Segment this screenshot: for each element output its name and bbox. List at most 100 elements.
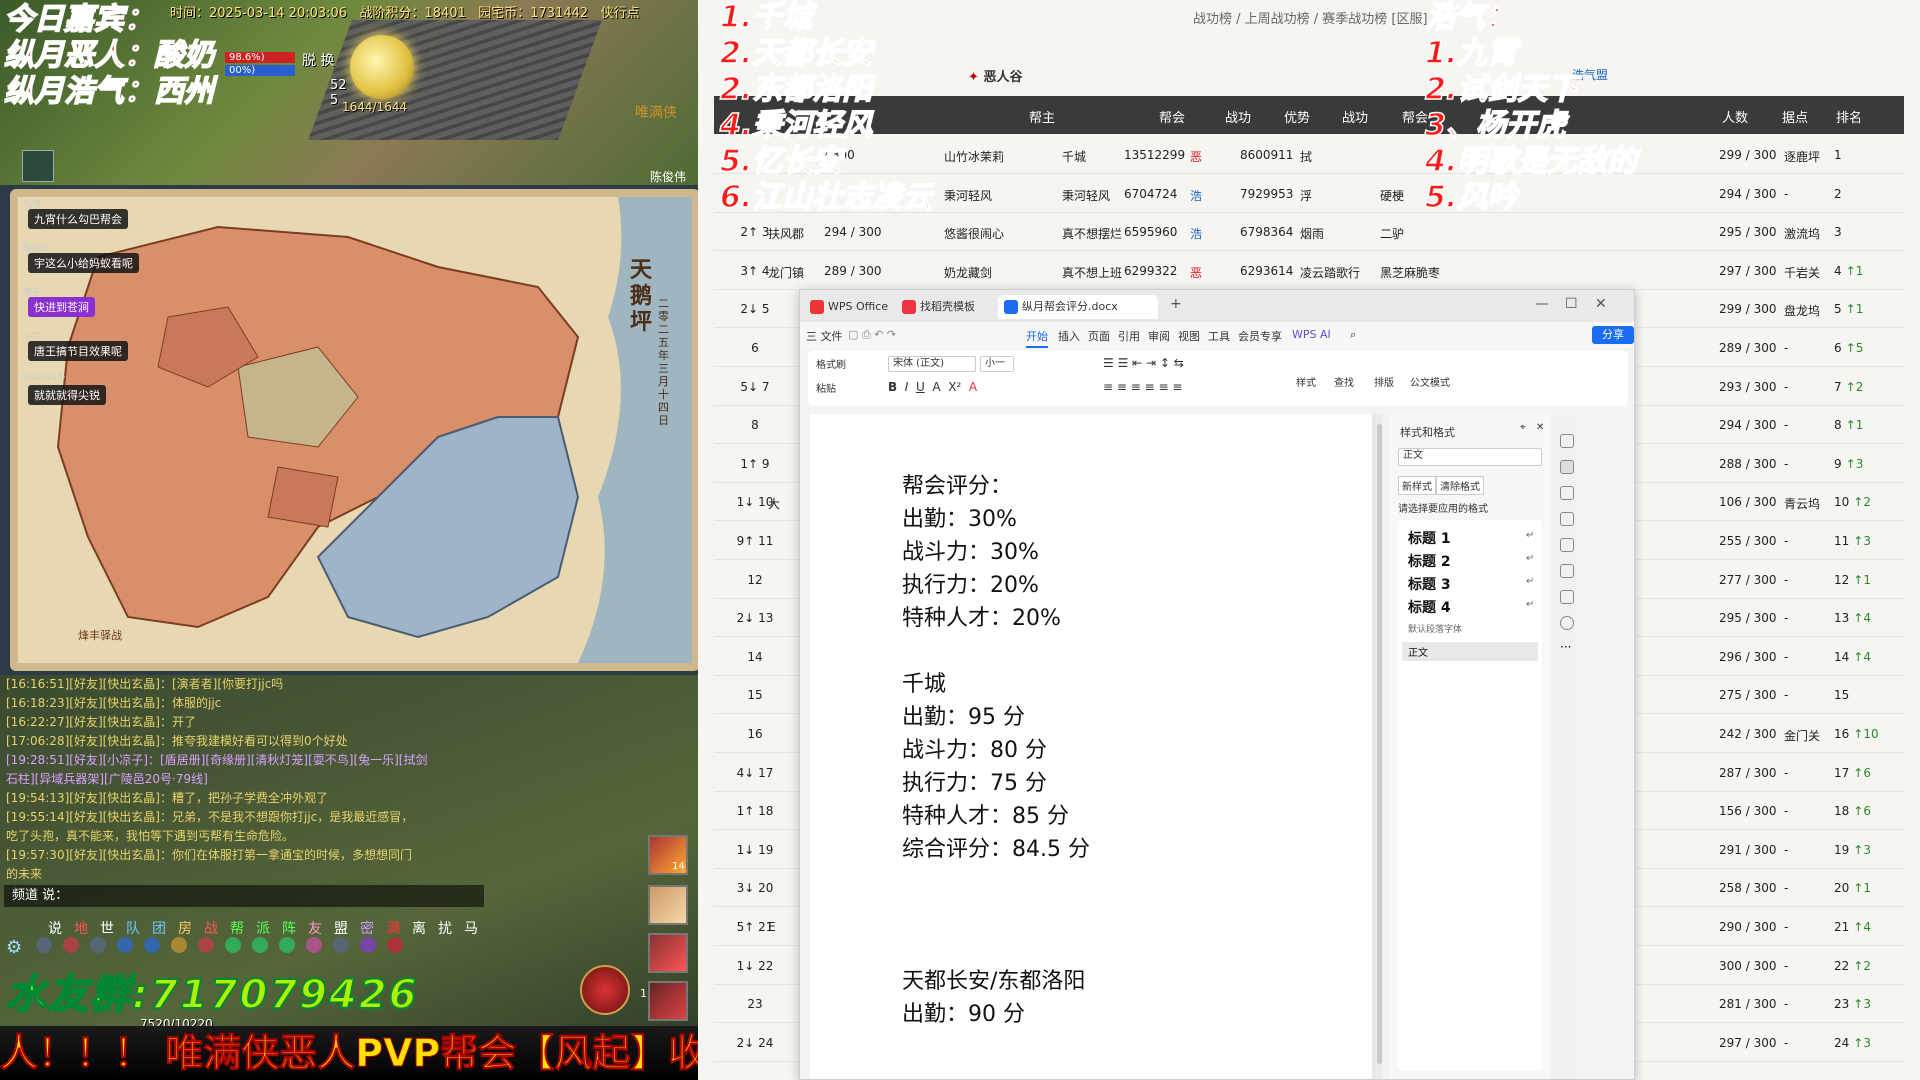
channel-tab[interactable]: 世 (100, 921, 114, 937)
style-list: 标题 1 ↵ 标题 2 ↵ 标题 3 ↵ 标题 4 ↵ 默认段落字体 正文 (1398, 520, 1542, 1070)
share-icon[interactable] (1560, 590, 1574, 604)
find-button[interactable]: 查找 (1334, 374, 1354, 389)
cell-base: - (1784, 804, 1789, 819)
new-style-button[interactable]: 新样式 (1398, 476, 1436, 495)
channel-tab[interactable]: 房 (178, 921, 192, 937)
paste-button[interactable]: 粘贴 (816, 380, 836, 395)
cell-members: 294 / 300 (1719, 418, 1777, 433)
styles-button[interactable]: 样式 (1296, 374, 1316, 389)
share-button[interactable]: 分享 (1592, 326, 1634, 344)
skill-orb[interactable] (580, 965, 630, 1015)
menu-file[interactable]: 三 文件 (806, 328, 843, 344)
channel-dot[interactable] (117, 937, 133, 953)
channel-dot[interactable] (90, 937, 106, 953)
channel-dot[interactable] (144, 937, 160, 953)
channel-tab[interactable]: 扰 (438, 921, 452, 937)
document-text[interactable]: 帮会评分： 出勤：30% 战斗力：30% 执行力：20% 特种人才：20% 千城 出勤：95… (902, 470, 1090, 1031)
channel-dot[interactable] (252, 937, 268, 953)
breadcrumb[interactable]: 战功榜 / 上周战功榜 / 赛季战功榜 [区服] (1193, 8, 1428, 27)
skill-slot[interactable]: 14 (648, 835, 688, 875)
format-painter-button[interactable]: 格式刷 (816, 356, 846, 371)
channel-tab[interactable]: 团 (152, 921, 166, 937)
minimize-icon[interactable]: — (1535, 296, 1549, 312)
menu-member[interactable]: 会员专享 (1238, 328, 1282, 344)
chat-input[interactable]: 频道 说： (4, 885, 484, 907)
channel-dot[interactable] (225, 937, 241, 953)
channel-dot[interactable] (198, 937, 214, 953)
review-icon[interactable] (1560, 564, 1574, 578)
skill-slot[interactable]: 1 (640, 981, 688, 1021)
size-select[interactable]: 小一 (980, 356, 1014, 372)
menu-tools[interactable]: 工具 (1208, 328, 1230, 344)
channel-tab[interactable]: 队 (126, 921, 140, 937)
style-body[interactable]: 正文 (1402, 642, 1538, 661)
current-style-select[interactable]: 正文 (1398, 448, 1542, 466)
col-header: 战功 (1225, 111, 1252, 126)
channel-tab[interactable]: 说 (48, 921, 62, 937)
menu-insert[interactable]: 插入 (1058, 328, 1080, 344)
channel-tab[interactable]: 地 (74, 921, 88, 937)
pen-icon[interactable] (1560, 460, 1574, 474)
maximize-icon[interactable]: ☐ (1565, 296, 1578, 312)
tag-buttons[interactable]: 脱 换 (302, 50, 334, 70)
menu-home[interactable]: 开始 (1026, 328, 1048, 348)
menu-wps-ai[interactable]: WPS AI (1292, 328, 1331, 341)
style-heading-4[interactable]: 标题 4 (1408, 597, 1451, 617)
more-icon[interactable]: ··· (1560, 640, 1571, 654)
adjust-icon[interactable] (1560, 512, 1574, 526)
menu-view[interactable]: 视图 (1178, 328, 1200, 344)
add-tab-icon[interactable]: + (1170, 296, 1182, 312)
pane-close-icon[interactable]: ✕ (1536, 422, 1544, 433)
clear-format-button[interactable]: 清除格式 (1436, 476, 1484, 495)
channel-dot[interactable] (306, 937, 322, 953)
list-icons[interactable]: ☰ ☰ ⇤ ⇥ ↕ ⇆ (1103, 356, 1184, 370)
channel-tab[interactable]: 阵 (282, 921, 296, 937)
channel-tab[interactable]: 马 (464, 921, 478, 937)
style-default-font[interactable]: 默认段落字体 (1408, 622, 1462, 635)
channel-dot[interactable] (63, 937, 79, 953)
collapse-icon[interactable] (1560, 434, 1574, 448)
toolbar-quick-icons[interactable]: ▢ ⎙ ↶ ↷ (848, 328, 896, 342)
gear-icon[interactable]: ⚙ (6, 937, 22, 958)
style-heading-1[interactable]: 标题 1 (1408, 528, 1451, 548)
channel-dot[interactable] (387, 937, 403, 953)
channel-tab[interactable]: 盟 (334, 921, 348, 937)
close-icon[interactable]: ✕ (1595, 296, 1607, 312)
horse-icon[interactable] (22, 150, 54, 182)
search-icon[interactable]: ⌕ (1350, 328, 1356, 342)
channel-dot[interactable] (333, 937, 349, 953)
doc-scrollbar[interactable] (1376, 414, 1383, 1079)
tab-document[interactable]: 纵月帮会评分.docx (998, 295, 1158, 319)
align-icons[interactable]: ≡ ≡ ≡ ≡ ≡ ≡ (1103, 380, 1182, 394)
cursor-icon[interactable] (1560, 486, 1574, 500)
channel-tab[interactable]: 派 (256, 921, 270, 937)
channel-dot[interactable] (279, 937, 295, 953)
font-select[interactable]: 宋体 (正文) (888, 356, 976, 372)
text-format-icons[interactable]: B I U A X² A (888, 380, 977, 394)
menu-page[interactable]: 页面 (1088, 328, 1110, 344)
channel-dot[interactable] (36, 937, 52, 953)
pin-icon[interactable]: ⌖ (1520, 422, 1526, 433)
menu-review[interactable]: 审阅 (1148, 328, 1170, 344)
menu-reference[interactable]: 引用 (1118, 328, 1140, 344)
skill-slot[interactable] (648, 933, 688, 973)
skill-slot[interactable] (648, 885, 688, 925)
official-mode-button[interactable]: 公文模式 (1410, 374, 1450, 389)
layout-button[interactable]: 排版 (1374, 374, 1394, 389)
channel-tab[interactable]: 密 (360, 921, 374, 937)
channel-tab[interactable]: 战 (204, 921, 218, 937)
style-heading-2[interactable]: 标题 2 (1408, 551, 1451, 571)
channel-tab[interactable]: 离 (412, 921, 426, 937)
document-page[interactable]: 帮会评分： 出勤：30% 战斗力：30% 执行力：20% 特种人才：20% 千城 出勤：95… (810, 414, 1372, 1079)
tools-icon[interactable] (1560, 538, 1574, 552)
help-icon[interactable] (1560, 616, 1574, 630)
tab-template[interactable]: 找稻壳模板 (896, 295, 996, 319)
channel-tab[interactable]: 满 (386, 921, 400, 937)
scroll-thumb[interactable] (1377, 424, 1382, 1064)
style-heading-3[interactable]: 标题 3 (1408, 574, 1451, 594)
tab-wps-office[interactable]: WPS Office (804, 295, 894, 319)
channel-dot[interactable] (171, 937, 187, 953)
channel-tab[interactable]: 友 (308, 921, 322, 937)
channel-tab[interactable]: 帮 (230, 921, 244, 937)
channel-dot[interactable] (360, 937, 376, 953)
